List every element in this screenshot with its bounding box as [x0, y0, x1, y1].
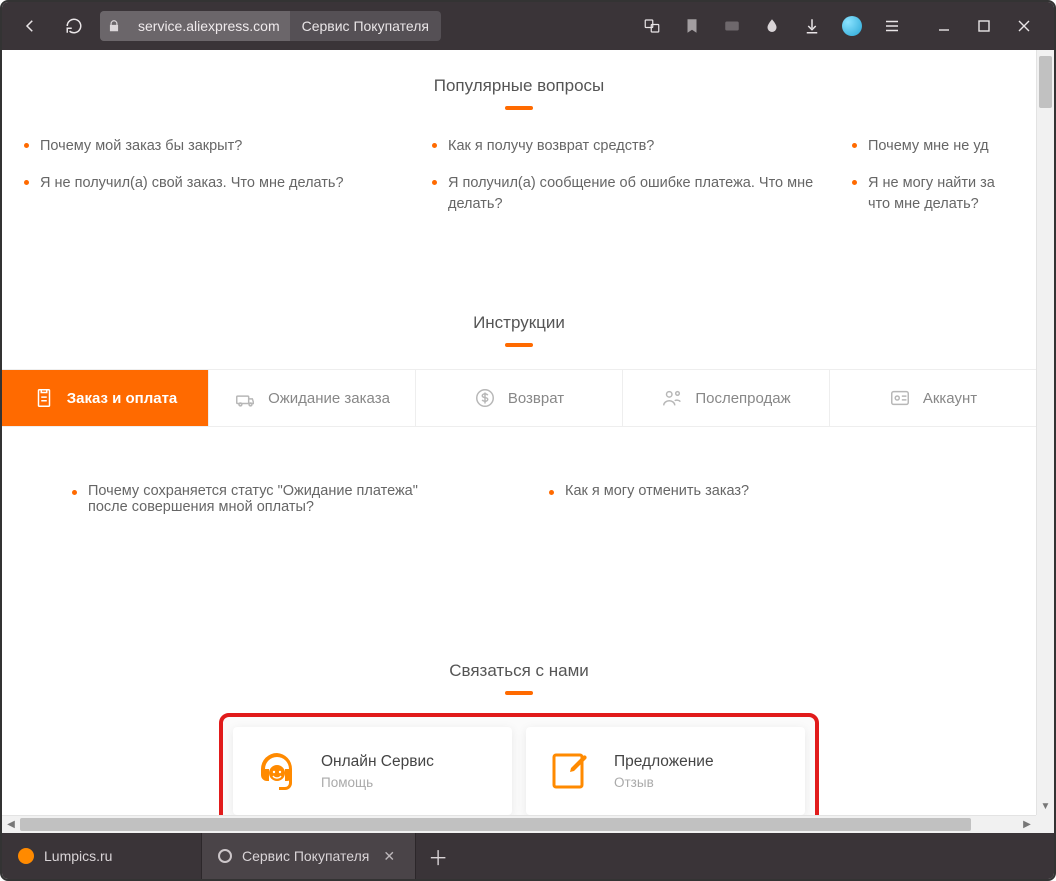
- contact-card-title: Онлайн Сервис: [321, 753, 434, 771]
- scroll-thumb[interactable]: [20, 818, 971, 831]
- extension-drop-icon[interactable]: [754, 8, 790, 44]
- browser-tabstrip: Lumpics.ru Сервис Покупателя ✕ ＋: [2, 833, 1054, 879]
- address-page-title: Сервис Покупателя: [290, 11, 441, 41]
- edit-note-icon: [546, 747, 594, 795]
- new-tab-button[interactable]: ＋: [416, 833, 460, 879]
- tab-label: Аккаунт: [923, 390, 977, 407]
- scroll-down-icon[interactable]: ▼: [1037, 797, 1054, 815]
- divider-icon: [505, 691, 533, 695]
- scroll-thumb[interactable]: [1039, 56, 1052, 108]
- contact-card-title: Предложение: [614, 753, 714, 771]
- close-tab-icon[interactable]: ✕: [379, 848, 399, 865]
- instructions-tabs: Заказ и оплата Ожидание заказа Возврат П…: [2, 369, 1036, 427]
- instructions-title: Инструкции: [2, 287, 1036, 333]
- divider-icon: [505, 343, 533, 347]
- faq-link[interactable]: Как я могу отменить заказ?: [549, 483, 909, 499]
- window-minimize-button[interactable]: [924, 8, 964, 44]
- window-maximize-button[interactable]: [964, 8, 1004, 44]
- contact-card-subtitle: Помощь: [321, 775, 434, 790]
- page-content: Популярные вопросы Почему мой заказ бы з…: [2, 50, 1036, 815]
- contact-card-subtitle: Отзыв: [614, 775, 714, 790]
- popular-questions-grid: Почему мой заказ бы закрыт? Я не получил…: [2, 110, 1036, 215]
- browser-tab-service[interactable]: Сервис Покупателя ✕: [202, 833, 416, 879]
- downloads-icon[interactable]: [794, 8, 830, 44]
- tab-aftersale[interactable]: Послепродаж: [623, 370, 830, 426]
- scroll-left-icon[interactable]: ◀: [2, 816, 20, 833]
- popular-questions-title: Популярные вопросы: [2, 50, 1036, 96]
- tab-account[interactable]: Аккаунт: [830, 370, 1036, 426]
- address-url: service.aliexpress.com: [128, 11, 290, 41]
- menu-icon[interactable]: [874, 8, 910, 44]
- browser-toolbar: service.aliexpress.com Сервис Покупателя: [2, 2, 1054, 50]
- tab-label: Ожидание заказа: [268, 390, 390, 407]
- address-bar[interactable]: service.aliexpress.com Сервис Покупателя: [100, 11, 441, 41]
- favicon-icon: [215, 846, 235, 866]
- favicon-icon: [18, 848, 34, 864]
- browser-tab-label: Lumpics.ru: [44, 848, 112, 864]
- tab-order-and-payment[interactable]: Заказ и оплата: [2, 370, 209, 426]
- tab-awaiting[interactable]: Ожидание заказа: [209, 370, 416, 426]
- lock-icon: [100, 11, 128, 41]
- horizontal-scrollbar[interactable]: ◀ ▶: [2, 815, 1036, 833]
- viewport: Популярные вопросы Почему мой заказ бы з…: [2, 50, 1054, 833]
- tab-refund[interactable]: Возврат: [416, 370, 623, 426]
- tab-label: Возврат: [508, 390, 564, 407]
- faq-link[interactable]: Почему мне не уд: [852, 136, 1032, 157]
- bookmark-icon[interactable]: [674, 8, 710, 44]
- scroll-right-icon[interactable]: ▶: [1018, 816, 1036, 833]
- faq-link[interactable]: Я получил(а) сообщение об ошибке платежа…: [432, 173, 832, 215]
- weather-icon[interactable]: [834, 8, 870, 44]
- faq-link[interactable]: Почему сохраняется статус "Ожидание плат…: [72, 483, 432, 515]
- faq-link[interactable]: Как я получу возврат средств?: [432, 136, 832, 157]
- browser-tab-label: Сервис Покупателя: [242, 848, 369, 864]
- translate-icon[interactable]: [634, 8, 670, 44]
- tab-label: Заказ и оплата: [67, 390, 178, 407]
- extension-lastfm-icon[interactable]: [714, 8, 750, 44]
- reload-button[interactable]: [56, 8, 92, 44]
- window-close-button[interactable]: [1004, 8, 1044, 44]
- faq-link[interactable]: Я не могу найти за что мне делать?: [852, 173, 1032, 215]
- contact-highlight-box: Онлайн Сервис Помощь Предложение Отзыв: [219, 713, 819, 815]
- tab-label: Послепродаж: [695, 390, 790, 407]
- headset-icon: [253, 747, 301, 795]
- faq-link[interactable]: Почему мой заказ бы закрыт?: [24, 136, 404, 157]
- faq-link[interactable]: Я не получил(а) свой заказ. Что мне дела…: [24, 173, 404, 194]
- vertical-scrollbar[interactable]: ▲ ▼: [1036, 50, 1054, 815]
- browser-tab-lumpics[interactable]: Lumpics.ru: [2, 833, 202, 879]
- contact-card-online-service[interactable]: Онлайн Сервис Помощь: [233, 727, 512, 815]
- contact-title: Связаться с нами: [2, 635, 1036, 681]
- instructions-items: Почему сохраняется статус "Ожидание плат…: [2, 427, 1036, 515]
- scroll-corner: [1036, 815, 1054, 833]
- back-button[interactable]: [12, 8, 48, 44]
- contact-card-suggestion[interactable]: Предложение Отзыв: [526, 727, 805, 815]
